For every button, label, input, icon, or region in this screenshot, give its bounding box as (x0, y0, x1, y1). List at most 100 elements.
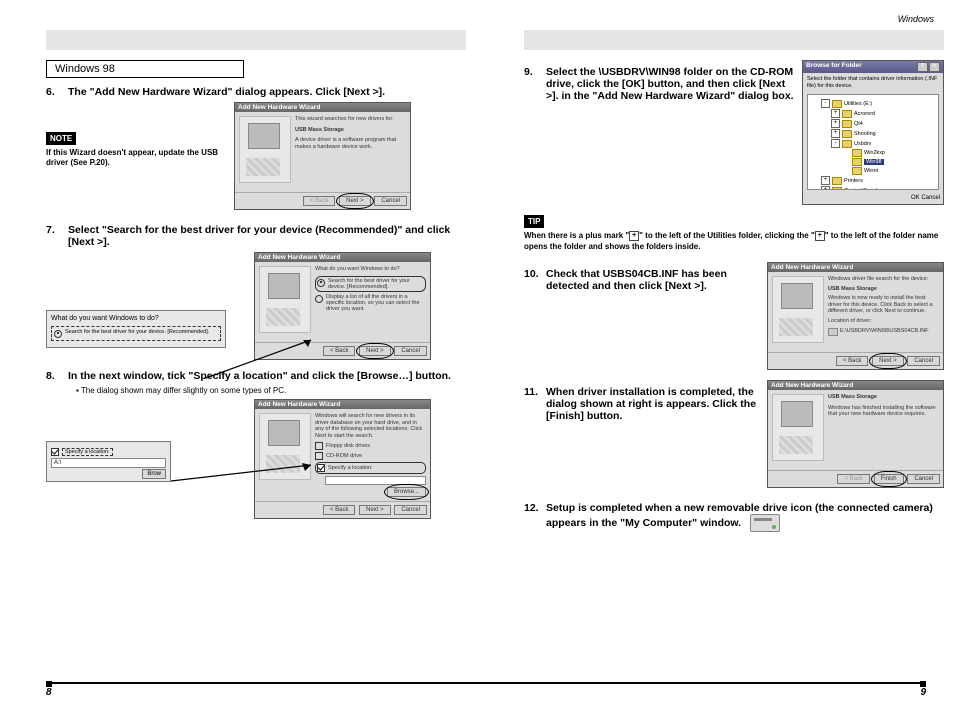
tree-item[interactable]: - Usbdrv (811, 139, 935, 148)
tree-item[interactable]: +Acrorerd (811, 109, 935, 118)
back-button[interactable]: < Back (323, 505, 356, 515)
browse-title: Browse for Folder (806, 62, 862, 72)
expand-icon[interactable]: - (831, 139, 840, 148)
note-badge: NOTE (46, 132, 76, 145)
tree-item-label: Qt4 (854, 121, 863, 127)
tree-item[interactable]: Win98 (811, 158, 935, 166)
back-button[interactable]: < Back (303, 196, 336, 206)
checkbox-icon[interactable] (51, 448, 59, 456)
radio-label: Display a list of all the drivers in a s… (326, 294, 426, 312)
radio-icon[interactable] (317, 279, 325, 287)
arrow-icon (171, 461, 321, 491)
expand-icon[interactable]: + (831, 119, 840, 128)
browse-button[interactable]: Browse... (387, 487, 426, 497)
cancel-button[interactable]: Cancel (394, 505, 427, 515)
callout-option: Search for the best driver for your devi… (65, 329, 209, 335)
tree-item[interactable]: + Shooting (811, 129, 935, 138)
step-text: Setup is completed when a new removable … (546, 502, 944, 532)
wizard-titlebar: Add New Hardware Wizard (235, 103, 410, 112)
checkbox-icon[interactable] (315, 452, 323, 460)
wizard-titlebar: Add New Hardware Wizard (768, 263, 943, 272)
window-buttons[interactable]: ?× (916, 62, 940, 72)
next-button[interactable]: Next > (339, 196, 371, 206)
radio-icon[interactable] (315, 295, 323, 303)
cancel-button[interactable]: Cancel (921, 195, 940, 201)
step-num: 9. (524, 66, 546, 102)
tree-item[interactable]: + Printers (811, 176, 935, 185)
header-section: Windows (898, 14, 934, 24)
tip-badge: TIP (524, 215, 544, 228)
tree-item-label: Shooting (854, 131, 876, 137)
tree-item[interactable]: Win2kxp (811, 149, 935, 157)
folder-icon (842, 140, 852, 148)
step-num: 11. (524, 386, 546, 422)
step-8-subnote: ▪ The dialog shown may differ slightly o… (76, 386, 466, 395)
cancel-button[interactable]: Cancel (907, 356, 940, 366)
arrow-icon (206, 340, 326, 380)
wizard-art-icon (239, 116, 291, 183)
expand-icon[interactable]: + (831, 109, 840, 118)
checkbox-label: Floppy disk drives (326, 443, 370, 449)
folder-icon (842, 110, 852, 118)
left-page: Windows 98 6. The "Add New Hardware Wiza… (46, 30, 466, 519)
folder-icon (832, 177, 842, 185)
wizard-art-icon (772, 394, 824, 461)
wizard-text: Windows is now ready to install the best… (828, 295, 939, 315)
wizard-dialog-step11: Add New Hardware Wizard USB Mass Storage… (767, 380, 944, 488)
header-bar-right (524, 30, 944, 50)
tree-item-label: Winnt (864, 168, 878, 174)
tree-item[interactable]: + Control Panel (811, 186, 935, 190)
tree-item-label: Utilities (E:) (844, 101, 872, 107)
tree-item[interactable]: Winnt (811, 167, 935, 175)
finish-button[interactable]: Finish (874, 474, 904, 484)
folder-icon (832, 187, 842, 191)
tree-item[interactable]: - Utilities (E:) (811, 99, 935, 108)
next-button[interactable]: Next > (872, 356, 904, 366)
radio-icon[interactable] (54, 330, 62, 338)
back-button[interactable]: < Back (836, 356, 869, 366)
checkbox-label: Specify a location: (328, 465, 373, 471)
ok-button[interactable]: OK (911, 195, 920, 201)
checkbox-label: CD-ROM drive (326, 453, 362, 459)
cancel-button[interactable]: Cancel (394, 346, 427, 356)
wizard-text: E:\USBDRV\WIN98\USBS04CB.INF (840, 328, 929, 335)
note-text: If this Wizard doesn't appear, update th… (46, 148, 226, 169)
wizard-art-icon (772, 276, 824, 343)
step-num: 6. (46, 86, 68, 98)
expand-icon[interactable]: + (831, 129, 840, 138)
step-12: 12. Setup is completed when a new remova… (524, 502, 944, 532)
folder-icon (832, 100, 842, 108)
tree-item-label: Control Panel (844, 188, 877, 191)
back-button[interactable]: < Back (323, 346, 356, 356)
next-button[interactable]: Next > (359, 505, 391, 515)
path-input[interactable]: A:\ (51, 458, 166, 468)
right-page: 9. Select the \USBDRV\WIN98 folder on th… (524, 30, 944, 536)
checkbox-icon[interactable] (315, 442, 323, 450)
tree-item-label: Usbdrv (854, 141, 871, 147)
tree-item-label: Printers (844, 178, 863, 184)
wizard-text: USB Mass Storage (828, 286, 939, 293)
cancel-button[interactable]: Cancel (907, 474, 940, 484)
cancel-button[interactable]: Cancel (374, 196, 407, 206)
step-num: 7. (46, 224, 68, 248)
step-num: 12. (524, 502, 546, 532)
expand-icon[interactable]: - (821, 99, 830, 108)
next-button[interactable]: Next > (359, 346, 391, 356)
folder-tree[interactable]: -Utilities (E:)+Acrorerd+Qt4+Shooting-Us… (807, 94, 939, 190)
tree-item[interactable]: + Qt4 (811, 119, 935, 128)
wizard-dialog-step10: Add New Hardware Wizard Windows driver f… (767, 262, 944, 370)
step-7: 7. Select "Search for the best driver fo… (46, 224, 466, 248)
wizard-titlebar: Add New Hardware Wizard (255, 400, 430, 409)
header-bar-left (46, 30, 466, 50)
browse-button[interactable]: Brow (142, 469, 166, 479)
wizard-text: Windows driver file search for the devic… (828, 276, 939, 283)
step-text: The "Add New Hardware Wizard" dialog app… (68, 86, 466, 98)
expand-icon[interactable]: + (821, 176, 830, 185)
wizard-text: Windows has finished installing the soft… (828, 405, 939, 418)
folder-icon (852, 167, 862, 175)
back-button[interactable]: < Back (837, 474, 870, 484)
file-icon (828, 328, 838, 336)
wizard-dialog-step8: Add New Hardware Wizard Windows will sea… (254, 399, 431, 519)
expand-icon[interactable]: + (821, 186, 830, 190)
step-text: Select "Search for the best driver for y… (68, 224, 466, 248)
